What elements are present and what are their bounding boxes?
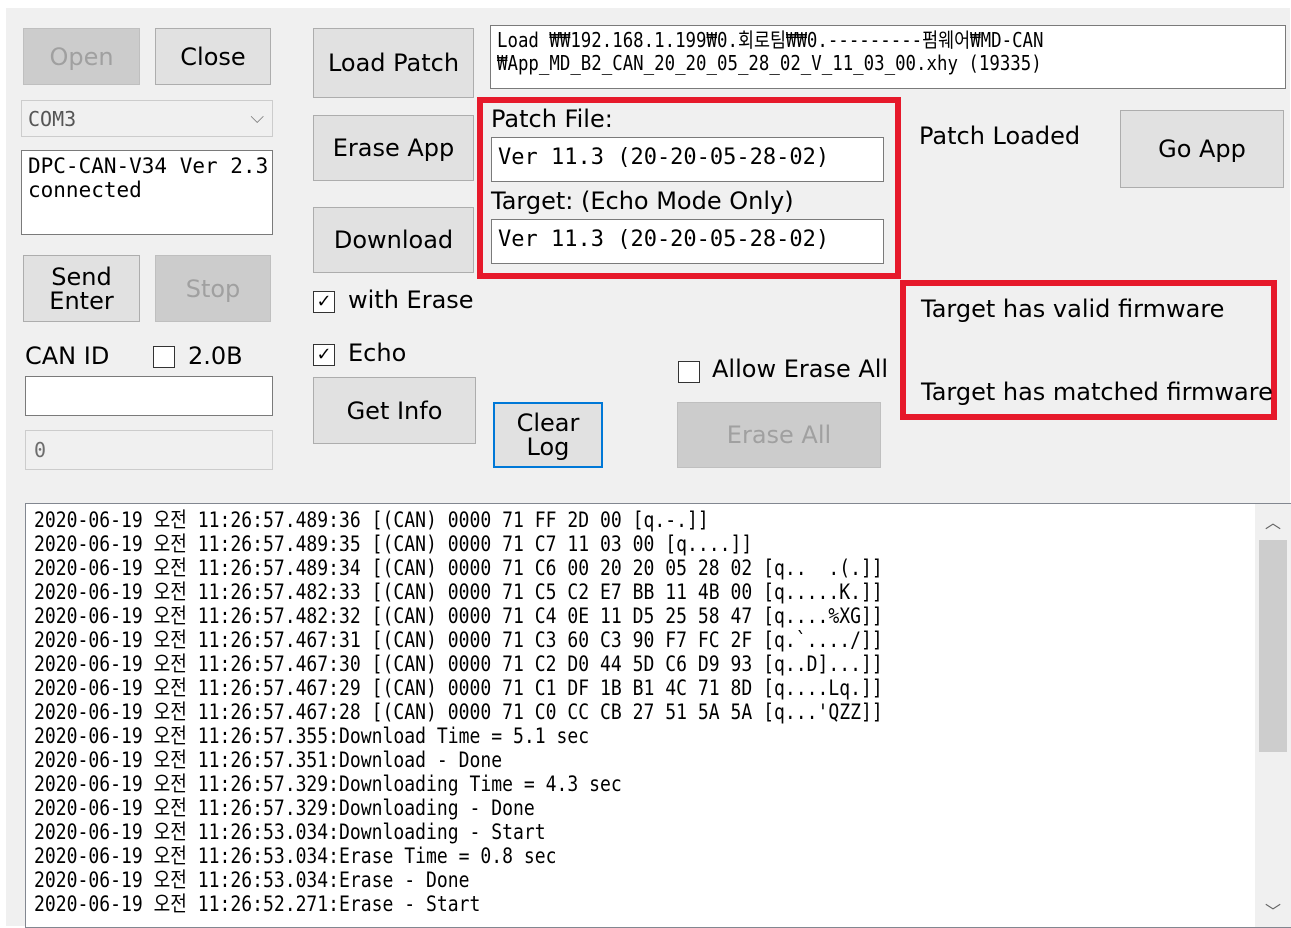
with-erase-label: with Erase (348, 286, 474, 314)
log-line: 2020-06-19 오전 11:26:57.482:33 [(CAN) 000… (34, 580, 883, 604)
log-line: 2020-06-19 오전 11:26:53.034:Erase - Done (34, 868, 470, 892)
log-line: 2020-06-19 오전 11:26:57.355:Download Time… (34, 724, 590, 748)
open-button[interactable]: Open (23, 28, 140, 85)
close-button[interactable]: Close (155, 28, 271, 85)
port-select-value: COM3 (28, 107, 77, 131)
target-version: Ver 11.3 (20-20-05-28-02) (498, 227, 830, 252)
firmware-matched-status: Target has matched firmware (921, 378, 1273, 406)
patch-file-label: Patch File: (491, 105, 613, 133)
counter-value: 0 (34, 438, 47, 462)
scrollbar-thumb[interactable] (1259, 540, 1287, 752)
target-label: Target: (Echo Mode Only) (491, 187, 794, 215)
port-select[interactable]: COM3 ⌵ (21, 100, 273, 137)
device-status-text: DPC-CAN-V34 Ver 2.3 connected (28, 154, 269, 202)
log-line: 2020-06-19 오전 11:26:57.467:29 [(CAN) 000… (34, 676, 883, 700)
firmware-valid-status: Target has valid firmware (921, 295, 1225, 323)
patch-path-box: Load ₩₩192.168.1.199₩0.회로팀₩₩0.---------펌… (490, 25, 1286, 89)
log-line: 2020-06-19 오전 11:26:57.467:30 [(CAN) 000… (34, 652, 883, 676)
with-erase-checkbox[interactable]: ✓ (313, 291, 335, 313)
allow-erase-all-checkbox[interactable] (678, 361, 700, 383)
stop-button[interactable]: Stop (155, 255, 271, 322)
allow-erase-all-label: Allow Erase All (712, 355, 889, 383)
scroll-up-arrow-icon[interactable]: ︿ (1255, 506, 1291, 536)
log-scrollbar[interactable]: ︿ ﹀ (1255, 504, 1291, 927)
patch-file-version: Ver 11.3 (20-20-05-28-02) (498, 145, 830, 170)
log-line: 2020-06-19 오전 11:26:53.034:Downloading -… (34, 820, 546, 844)
chevron-down-icon: ⌵ (250, 107, 264, 128)
log-line: 2020-06-19 오전 11:26:57.489:36 [(CAN) 000… (34, 508, 709, 532)
log-line: 2020-06-19 오전 11:26:52.271:Erase - Start (34, 892, 481, 916)
download-button[interactable]: Download (313, 207, 474, 273)
get-info-button[interactable]: Get Info (313, 377, 476, 444)
log-lines: 2020-06-19 오전 11:26:57.489:36 [(CAN) 000… (34, 508, 1081, 916)
erase-all-button[interactable]: Erase All (677, 402, 881, 468)
can-20b-label: 2.0B (188, 342, 243, 370)
main-window: Open Close COM3 ⌵ DPC-CAN-V34 Ver 2.3 co… (6, 8, 1291, 928)
log-line: 2020-06-19 오전 11:26:53.034:Erase Time = … (34, 844, 557, 868)
clear-log-button[interactable]: Clear Log (493, 402, 603, 468)
send-enter-button[interactable]: Send Enter (23, 255, 140, 322)
log-list[interactable]: 2020-06-19 오전 11:26:57.489:36 [(CAN) 000… (25, 503, 1291, 928)
echo-checkbox[interactable]: ✓ (313, 344, 335, 366)
device-status-box: DPC-CAN-V34 Ver 2.3 connected (21, 150, 273, 235)
can-id-label: CAN ID (25, 342, 110, 370)
log-line: 2020-06-19 오전 11:26:57.489:34 [(CAN) 000… (34, 556, 883, 580)
log-line: 2020-06-19 오전 11:26:57.467:28 [(CAN) 000… (34, 700, 883, 724)
patch-file-version-field: Ver 11.3 (20-20-05-28-02) (491, 137, 884, 182)
patch-path-text: Load ₩₩192.168.1.199₩0.회로팀₩₩0.---------펌… (497, 28, 1044, 75)
target-version-field: Ver 11.3 (20-20-05-28-02) (491, 219, 884, 264)
log-line: 2020-06-19 오전 11:26:57.489:35 [(CAN) 000… (34, 532, 753, 556)
log-line: 2020-06-19 오전 11:26:57.329:Downloading -… (34, 796, 535, 820)
counter-field: 0 (25, 430, 273, 470)
patch-loaded-status: Patch Loaded (919, 122, 1081, 150)
log-line: 2020-06-19 오전 11:26:57.329:Downloading T… (34, 772, 622, 796)
can-20b-checkbox[interactable] (153, 346, 175, 368)
log-line: 2020-06-19 오전 11:26:57.467:31 [(CAN) 000… (34, 628, 883, 652)
log-line: 2020-06-19 오전 11:26:57.351:Download - Do… (34, 748, 503, 772)
load-patch-button[interactable]: Load Patch (313, 28, 474, 98)
can-id-input[interactable] (25, 376, 273, 416)
log-line: 2020-06-19 오전 11:26:57.482:32 [(CAN) 000… (34, 604, 883, 628)
erase-app-button[interactable]: Erase App (313, 115, 474, 181)
echo-label: Echo (348, 339, 407, 367)
scroll-down-arrow-icon[interactable]: ﹀ (1255, 895, 1291, 925)
go-app-button[interactable]: Go App (1120, 110, 1284, 188)
